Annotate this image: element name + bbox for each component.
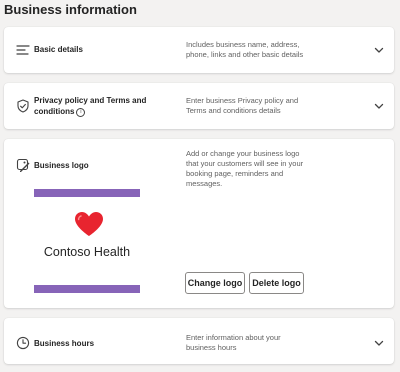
- delete-logo-button[interactable]: Delete logo: [249, 272, 304, 294]
- chevron-down-icon[interactable]: [374, 338, 384, 348]
- shield-check-icon: [16, 99, 30, 113]
- logo-preview: Contoso Health: [34, 187, 142, 297]
- business-logo-title: Business logo: [34, 161, 89, 170]
- image-edit-icon: [16, 158, 30, 172]
- basic-details-card[interactable]: Basic details Includes business name, ad…: [4, 27, 394, 73]
- business-hours-card[interactable]: Business hours Enter information about y…: [4, 318, 394, 364]
- business-hours-description: Enter information about your business ho…: [186, 333, 281, 352]
- privacy-policy-title: Privacy policy and Terms and conditions i: [34, 96, 147, 117]
- clock-icon: [16, 336, 30, 350]
- business-logo-card: Business logo Add or change your busines…: [4, 139, 394, 308]
- change-logo-button[interactable]: Change logo: [185, 272, 245, 294]
- text-lines-icon: [16, 43, 30, 57]
- basic-details-description: Includes business name, address, phone, …: [186, 40, 304, 59]
- logo-business-name: Contoso Health: [43, 245, 131, 259]
- business-hours-title: Business hours: [34, 339, 95, 348]
- logo-bar-bottom: [34, 285, 140, 293]
- privacy-policy-card[interactable]: Privacy policy and Terms and conditions i…: [4, 83, 394, 129]
- business-logo-description: Add or change your business logo that yo…: [186, 149, 304, 188]
- info-icon[interactable]: i: [76, 108, 86, 117]
- chevron-down-icon[interactable]: [374, 45, 384, 55]
- basic-details-title: Basic details: [34, 45, 83, 54]
- page-title: Business information: [4, 2, 137, 17]
- logo-bar-top: [34, 189, 140, 197]
- privacy-policy-description: Enter business Privacy policy and Terms …: [186, 96, 299, 115]
- chevron-down-icon[interactable]: [374, 101, 384, 111]
- heart-icon: [74, 211, 104, 237]
